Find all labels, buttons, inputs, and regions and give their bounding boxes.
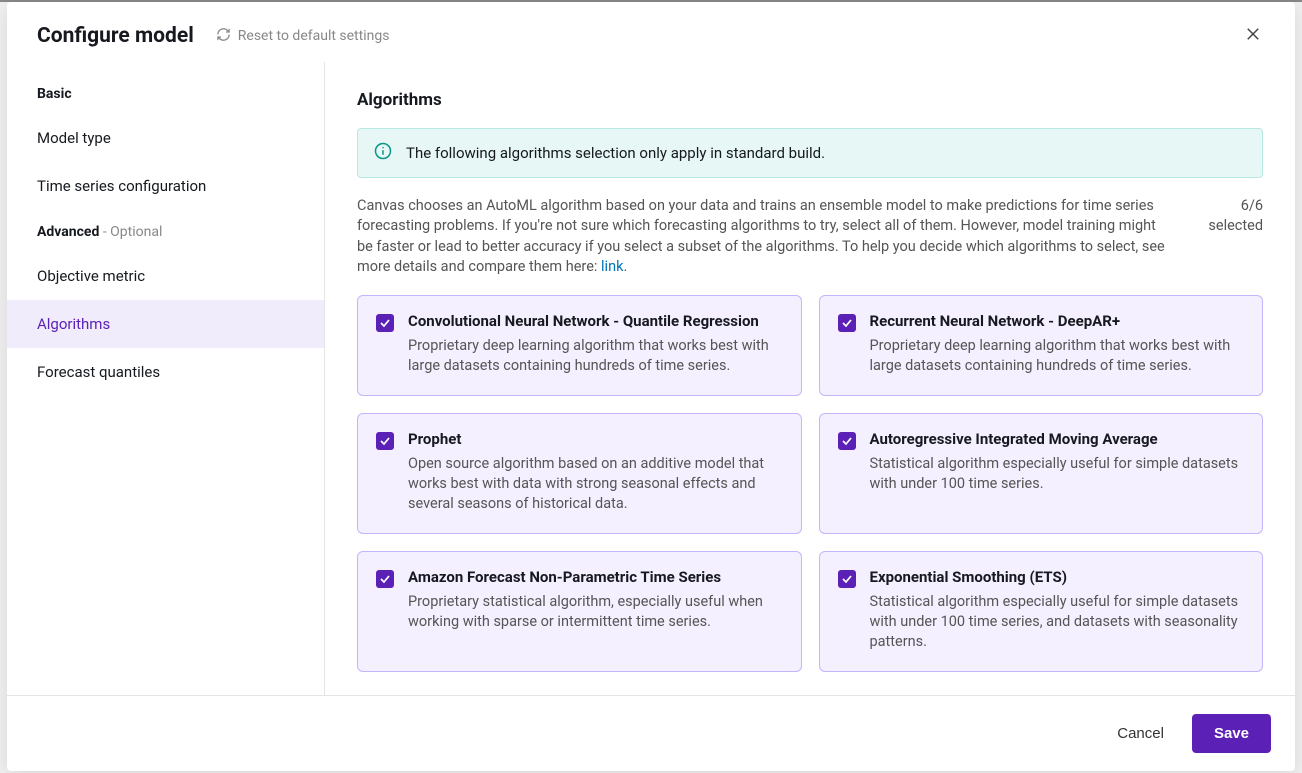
sidebar-item-forecast-quantiles[interactable]: Forecast quantiles	[7, 348, 324, 396]
sidebar-group-basic: Basic	[7, 72, 324, 114]
cancel-button[interactable]: Cancel	[1109, 715, 1172, 752]
algorithm-name: Amazon Forecast Non-Parametric Time Seri…	[408, 568, 783, 586]
info-icon	[374, 142, 392, 164]
info-banner: The following algorithms selection only …	[357, 128, 1263, 178]
configure-model-modal: Configure model Reset to default setting…	[7, 2, 1295, 771]
algorithm-cards: Convolutional Neural Network - Quantile …	[357, 295, 1263, 671]
close-icon	[1244, 25, 1262, 47]
section-description: Canvas chooses an AutoML algorithm based…	[357, 196, 1168, 277]
content-area: Algorithms The following algorithms sele…	[325, 62, 1295, 695]
algorithm-card-arima[interactable]: Autoregressive Integrated Moving Average…	[819, 413, 1264, 534]
sidebar-item-model-type[interactable]: Model type	[7, 114, 324, 162]
sidebar-item-time-series-config[interactable]: Time series configuration	[7, 162, 324, 210]
checkbox-checked[interactable]	[838, 570, 856, 588]
algorithm-name: Recurrent Neural Network - DeepAR+	[870, 312, 1245, 330]
algorithms-help-link[interactable]: link	[601, 258, 623, 275]
sidebar-group-advanced: Advanced - Optional	[7, 210, 324, 252]
reset-to-default-button[interactable]: Reset to default settings	[216, 27, 390, 46]
algorithm-name: Autoregressive Integrated Moving Average	[870, 430, 1245, 448]
reset-label: Reset to default settings	[238, 28, 390, 44]
algorithm-card-npts[interactable]: Amazon Forecast Non-Parametric Time Seri…	[357, 551, 802, 672]
checkbox-checked[interactable]	[838, 314, 856, 332]
selected-count: 6/6selected	[1208, 196, 1263, 237]
sidebar-item-algorithms[interactable]: Algorithms	[7, 300, 324, 348]
info-text: The following algorithms selection only …	[406, 144, 825, 162]
modal-footer: Cancel Save	[7, 695, 1295, 771]
modal-header: Configure model Reset to default setting…	[7, 2, 1295, 62]
algorithm-name: Convolutional Neural Network - Quantile …	[408, 312, 783, 330]
close-button[interactable]	[1241, 24, 1265, 48]
sidebar-item-objective-metric[interactable]: Objective metric	[7, 252, 324, 300]
algorithm-desc: Proprietary statistical algorithm, espec…	[408, 592, 783, 633]
checkbox-checked[interactable]	[838, 432, 856, 450]
checkbox-checked[interactable]	[376, 314, 394, 332]
section-title: Algorithms	[357, 90, 1263, 110]
algorithm-desc: Proprietary deep learning algorithm that…	[408, 336, 783, 377]
algorithm-desc: Proprietary deep learning algorithm that…	[870, 336, 1245, 377]
algorithm-name: Exponential Smoothing (ETS)	[870, 568, 1245, 586]
sidebar: Basic Model type Time series configurati…	[7, 62, 325, 695]
checkbox-checked[interactable]	[376, 570, 394, 588]
modal-title: Configure model	[37, 24, 194, 48]
algorithm-card-deepar[interactable]: Recurrent Neural Network - DeepAR+ Propr…	[819, 295, 1264, 396]
algorithm-desc: Statistical algorithm especially useful …	[870, 454, 1245, 495]
algorithm-card-ets[interactable]: Exponential Smoothing (ETS) Statistical …	[819, 551, 1264, 672]
algorithm-desc: Open source algorithm based on an additi…	[408, 454, 783, 515]
refresh-icon	[216, 27, 231, 46]
algorithm-card-prophet[interactable]: Prophet Open source algorithm based on a…	[357, 413, 802, 534]
algorithm-desc: Statistical algorithm especially useful …	[870, 592, 1245, 653]
algorithm-name: Prophet	[408, 430, 783, 448]
algorithm-card-cnn-qr[interactable]: Convolutional Neural Network - Quantile …	[357, 295, 802, 396]
save-button[interactable]: Save	[1192, 714, 1271, 753]
checkbox-checked[interactable]	[376, 432, 394, 450]
